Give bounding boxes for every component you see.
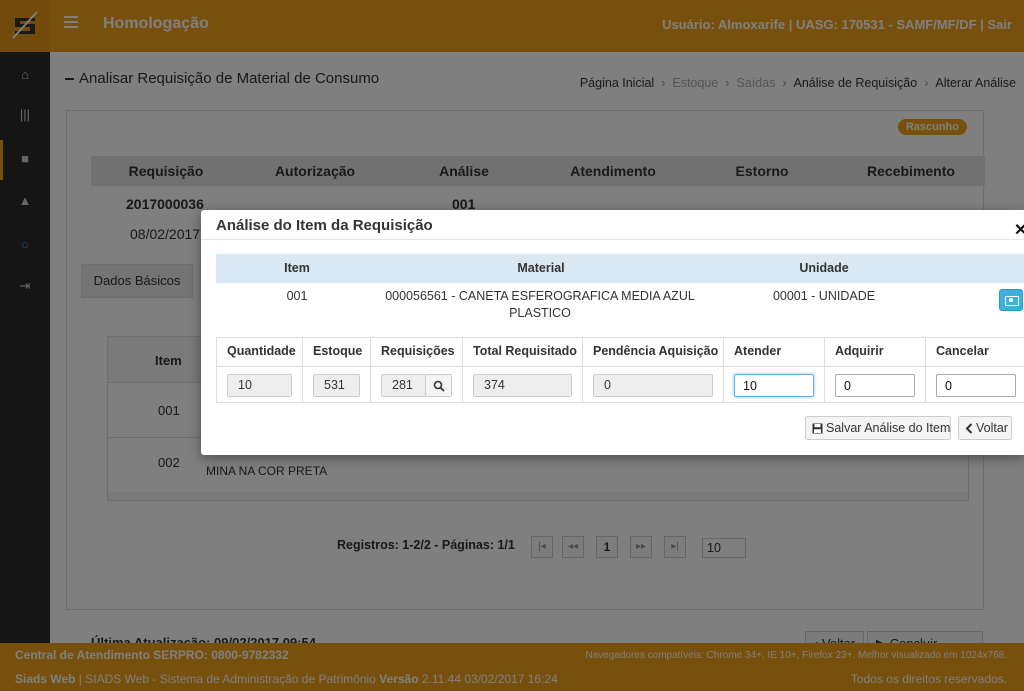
atender-input[interactable] xyxy=(734,374,814,397)
header-cancelar: Cancelar xyxy=(936,344,989,358)
modal-divider xyxy=(201,239,1024,240)
header-quantidade: Quantidade xyxy=(227,344,296,358)
col-total-requisitado: Total Requisitado 374 xyxy=(463,338,583,402)
item-unit: 00001 - UNIDADE xyxy=(772,289,876,303)
cancelar-input[interactable] xyxy=(936,374,1016,397)
header-item: Item xyxy=(284,261,310,275)
col-requisicoes: Requisições 281 xyxy=(371,338,463,402)
col-cancelar: Cancelar xyxy=(926,338,1024,402)
total-requisitado-field: 374 xyxy=(473,374,572,397)
header-total-requisitado: Total Requisitado xyxy=(473,344,577,358)
save-item-analysis-button[interactable]: Salvar Análise do Item xyxy=(805,416,951,440)
header-adquirir: Adquirir xyxy=(835,344,884,358)
modal-title: Análise do Item da Requisição xyxy=(216,217,433,234)
item-number: 001 xyxy=(286,289,308,303)
col-adquirir: Adquirir xyxy=(825,338,926,402)
adquirir-input[interactable] xyxy=(835,374,915,397)
col-pendencia-aquisicao: Pendência Aquisição 0 xyxy=(583,338,724,402)
item-material: 000056561 - CANETA ESFEROGRAFICA MEDIA A… xyxy=(385,289,695,320)
header-atender: Atender xyxy=(734,344,782,358)
header-requisicoes: Requisições xyxy=(381,344,455,358)
item-analysis-modal: Análise do Item da Requisição ✕ Item Mat… xyxy=(201,210,1024,455)
modal-back-button[interactable]: Voltar xyxy=(958,416,1012,440)
modal-back-label: Voltar xyxy=(976,421,1008,435)
header-material: Material xyxy=(517,261,565,275)
pendencia-aquisicao-field: 0 xyxy=(593,374,713,397)
requisicoes-field: 281 xyxy=(381,374,426,397)
quantity-table: Quantidade 10 Estoque 531 Requisições 28… xyxy=(216,337,1024,403)
camera-icon[interactable] xyxy=(999,289,1023,311)
save-item-analysis-label: Salvar Análise do Item xyxy=(826,421,951,435)
col-estoque: Estoque 531 xyxy=(303,338,371,402)
search-icon[interactable] xyxy=(426,374,452,397)
close-icon[interactable]: ✕ xyxy=(1014,220,1024,240)
chevron-left-icon xyxy=(965,423,973,434)
header-pendencia-aquisicao: Pendência Aquisição xyxy=(593,344,719,358)
col-quantidade: Quantidade 10 xyxy=(217,338,303,402)
col-atender: Atender xyxy=(724,338,825,402)
quantidade-field: 10 xyxy=(227,374,292,397)
floppy-disk-icon xyxy=(812,423,823,434)
item-info-header: Item Material Unidade xyxy=(216,254,1024,283)
header-estoque: Estoque xyxy=(313,344,363,358)
header-unidade: Unidade xyxy=(799,261,849,275)
estoque-field: 531 xyxy=(313,374,360,397)
